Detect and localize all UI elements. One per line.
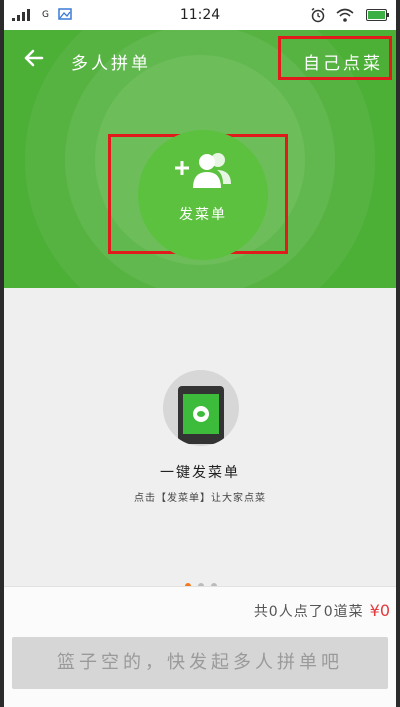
order-price: ¥0 [369, 601, 390, 620]
start-group-order-button[interactable]: 篮子空的，快发起多人拼单吧 [12, 637, 388, 689]
intro-subtitle: 点击【发菜单】让大家点菜 [134, 493, 266, 504]
page-title: 多人拼单 [71, 54, 151, 74]
phone-screen [183, 394, 219, 434]
send-menu-label: 发菜单 [179, 207, 227, 223]
battery-icon [366, 9, 390, 25]
order-count-text: 共0人点了0道菜 [253, 604, 364, 620]
wechat-phone-icon [163, 370, 239, 446]
wechat-icon [193, 406, 209, 422]
wifi-icon [336, 8, 354, 26]
status-bar: G 11:24 [4, 0, 396, 30]
back-arrow-icon[interactable] [20, 44, 48, 72]
send-menu-button[interactable]: 发菜单 [108, 130, 288, 260]
intro-title: 一键发菜单 [160, 465, 240, 481]
order-summary: 共0人点了0道菜 ¥0 [254, 601, 390, 621]
phone-shape [178, 386, 224, 444]
order-footer: 共0人点了0道菜 ¥0 篮子空的，快发起多人拼单吧 [4, 586, 396, 707]
send-menu-circle[interactable]: 发菜单 [138, 130, 268, 260]
screen: G 11:24 多人拼单 自己点菜 发菜单 一键发菜单 点击【发菜单】让大家点菜… [4, 0, 396, 707]
self-order-button[interactable]: 自己点菜 [278, 36, 392, 80]
add-people-icon [173, 150, 235, 198]
header: 多人拼单 自己点菜 发菜单 [4, 30, 396, 288]
alarm-icon [310, 7, 326, 27]
